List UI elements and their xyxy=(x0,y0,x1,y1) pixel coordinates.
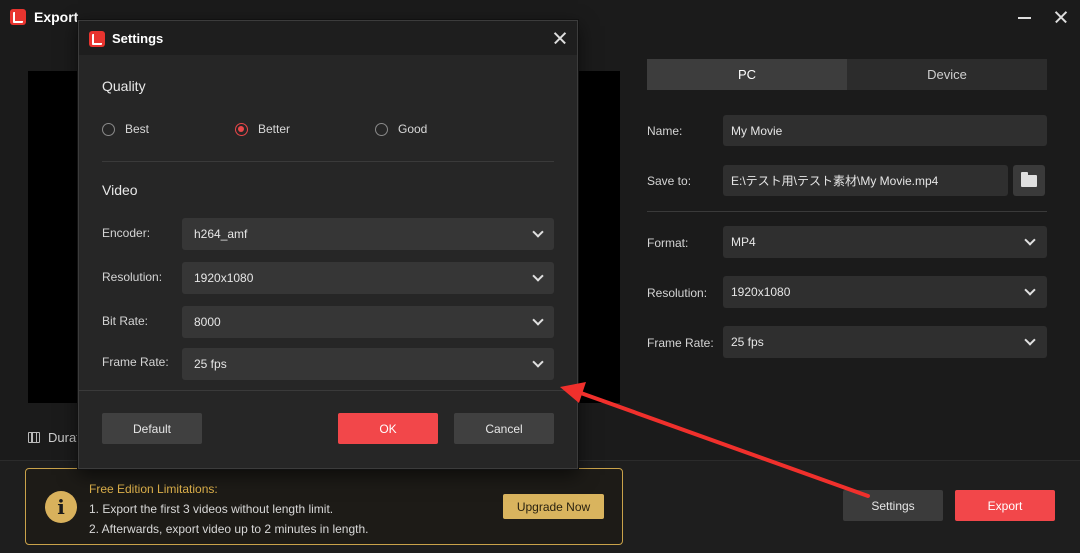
settings-close-icon[interactable] xyxy=(551,29,569,47)
radio-icon xyxy=(375,122,388,136)
format-label: Format: xyxy=(647,236,689,250)
limits-line-2: 2. Afterwards, export video up to 2 minu… xyxy=(89,522,369,536)
app-logo-icon xyxy=(89,31,105,47)
settings-button[interactable]: Settings xyxy=(843,490,943,521)
name-input[interactable]: My Movie xyxy=(723,115,1047,146)
name-label: Name: xyxy=(647,124,683,138)
upgrade-now-button[interactable]: Upgrade Now xyxy=(503,494,604,519)
app-logo-icon xyxy=(10,9,26,25)
bitrate-value: 8000 xyxy=(194,315,221,329)
bitrate-select[interactable]: 8000 xyxy=(182,306,554,338)
framerate-value: 25 fps xyxy=(731,335,764,349)
bitrate-label: Bit Rate: xyxy=(102,314,149,328)
quality-good-label: Good xyxy=(398,122,428,136)
resolution-value: 1920x1080 xyxy=(731,285,791,299)
framerate-label: Frame Rate: xyxy=(647,336,714,350)
export-button[interactable]: Export xyxy=(955,490,1055,521)
cancel-button[interactable]: Cancel xyxy=(454,413,554,444)
browse-folder-button[interactable] xyxy=(1013,165,1045,196)
format-select[interactable]: MP4 xyxy=(723,226,1047,258)
chevron-down-icon xyxy=(1024,284,1036,296)
chevron-down-icon xyxy=(532,270,544,282)
resolution-label: Resolution: xyxy=(647,286,708,300)
save-to-label: Save to: xyxy=(647,174,692,188)
framerate-label: Frame Rate: xyxy=(102,355,169,369)
encoder-label: Encoder: xyxy=(102,226,151,240)
quality-best-label: Best xyxy=(125,122,150,136)
video-heading: Video xyxy=(102,182,138,198)
framerate-select[interactable]: 25 fps xyxy=(182,348,554,380)
quality-good-radio[interactable]: Good xyxy=(375,122,427,136)
save-path-input[interactable]: E:\テスト用\テスト素材\My Movie.mp4 xyxy=(723,165,1008,196)
chevron-down-icon xyxy=(532,314,544,326)
divider xyxy=(102,161,554,162)
info-icon: i xyxy=(45,491,77,523)
window-title: Export xyxy=(34,9,79,25)
encoder-value: h264_amf xyxy=(194,227,248,241)
duration-label: Durat xyxy=(48,430,80,445)
divider xyxy=(79,390,577,391)
film-icon xyxy=(28,431,40,443)
resolution-value: 1920x1080 xyxy=(194,271,254,285)
folder-icon xyxy=(1021,171,1037,187)
settings-titlebar: Settings xyxy=(79,21,577,55)
limits-title: Free Edition Limitations: xyxy=(89,482,218,496)
encoder-select[interactable]: h264_amf xyxy=(182,218,554,250)
chevron-down-icon xyxy=(1024,234,1036,246)
limits-line-1: 1. Export the first 3 videos without len… xyxy=(89,502,334,516)
chevron-down-icon xyxy=(532,356,544,368)
format-value: MP4 xyxy=(731,235,756,249)
settings-title: Settings xyxy=(112,31,164,46)
chevron-down-icon xyxy=(532,226,544,238)
resolution-label: Resolution: xyxy=(102,270,163,284)
tab-pc[interactable]: PC xyxy=(647,59,847,90)
radio-icon xyxy=(102,122,115,136)
settings-dialog: Settings Quality Best Better Good Video … xyxy=(78,20,578,469)
target-tabs: PC Device xyxy=(647,59,1047,90)
free-edition-limitations-box: i Free Edition Limitations: 1. Export th… xyxy=(25,468,623,545)
framerate-value: 25 fps xyxy=(194,357,227,371)
window-close-icon[interactable] xyxy=(1052,8,1070,26)
radio-checked-icon xyxy=(235,122,248,136)
chevron-down-icon xyxy=(1024,334,1036,346)
quality-heading: Quality xyxy=(102,78,146,94)
ok-button[interactable]: OK xyxy=(338,413,438,444)
quality-best-radio[interactable]: Best xyxy=(102,122,149,136)
quality-better-radio[interactable]: Better xyxy=(235,122,290,136)
minimize-icon[interactable] xyxy=(1016,8,1034,26)
divider xyxy=(647,211,1047,212)
quality-better-label: Better xyxy=(258,122,291,136)
resolution-select[interactable]: 1920x1080 xyxy=(723,276,1047,308)
framerate-select[interactable]: 25 fps xyxy=(723,326,1047,358)
tab-device[interactable]: Device xyxy=(847,59,1047,90)
resolution-select[interactable]: 1920x1080 xyxy=(182,262,554,294)
default-button[interactable]: Default xyxy=(102,413,202,444)
duration-row: Durat xyxy=(28,430,80,445)
